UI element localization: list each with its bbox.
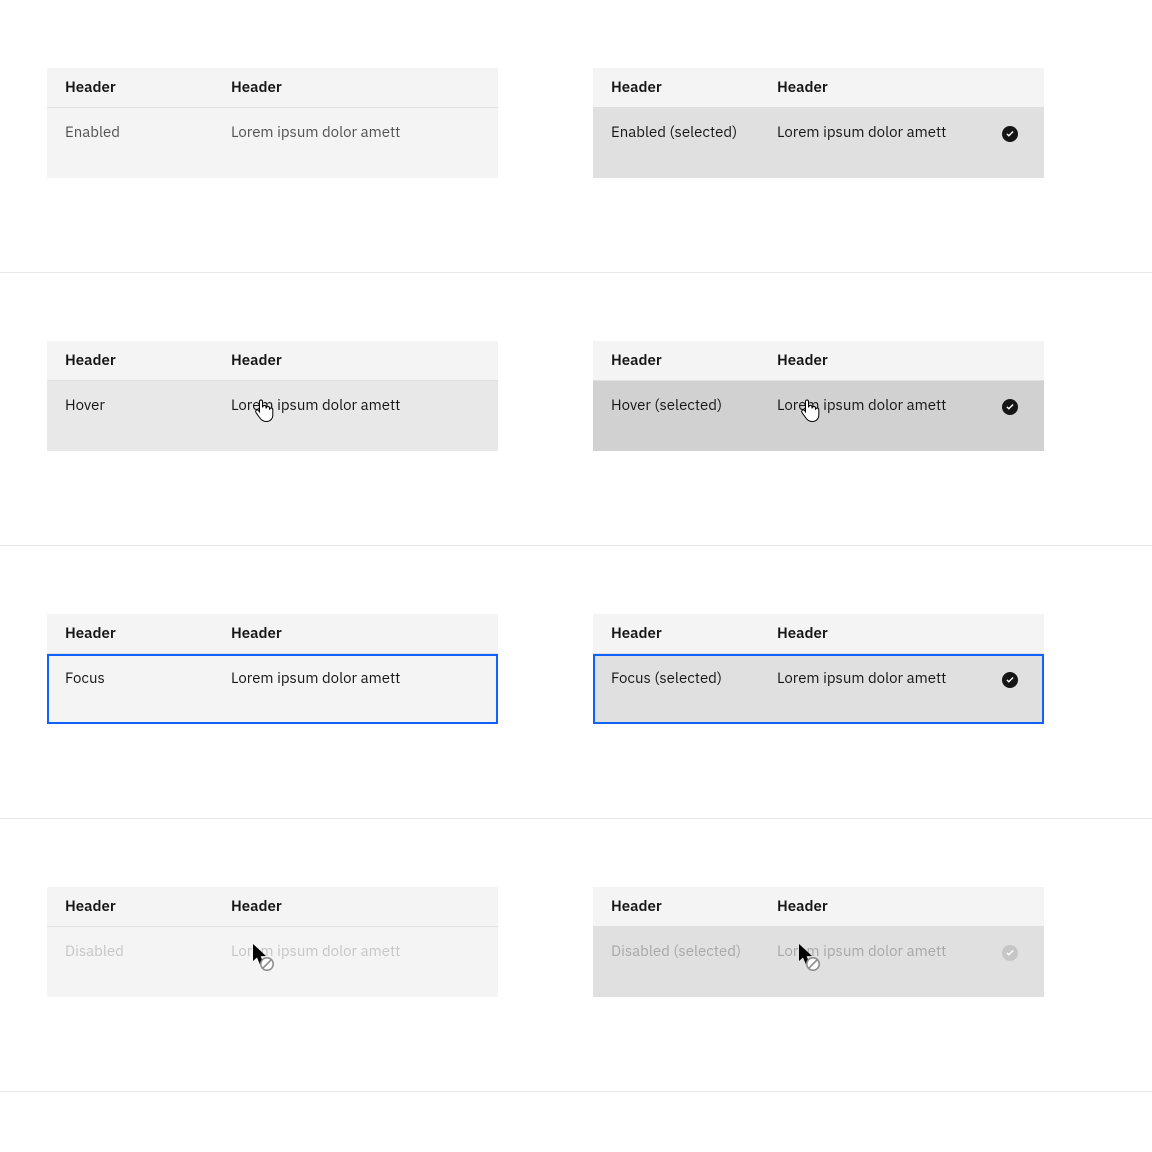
column-header: Header [593,79,777,97]
table-row-disabled-selected: Disabled (selected) Lorem ipsum dolor am… [593,927,1044,997]
table-row-enabled-selected[interactable]: Enabled (selected) Lorem ipsum dolor ame… [593,108,1044,178]
section-hover: Header Header Hover Lorem ipsum dolor am… [0,273,1152,546]
column-header: Header [777,625,1044,643]
table-header-row: Header Header [593,614,1044,654]
column-header: Header [777,352,1044,370]
column-header: Header [593,898,777,916]
table-focus-selected: Header Header Focus (selected) Lorem ips… [593,614,1044,724]
pointer-cursor-icon [253,398,275,424]
table-header-row: Header Header [47,341,498,381]
pointer-cursor-icon [799,398,821,424]
table-row-hover[interactable]: Hover Lorem ipsum dolor amett [47,381,498,451]
table-hover-selected: Header Header Hover (selected) Lorem ips… [593,341,1044,451]
table-header-row: Header Header [593,68,1044,108]
table-hover: Header Header Hover Lorem ipsum dolor am… [47,341,498,451]
checkmark-filled-icon [1002,672,1018,688]
cell-state-label: Disabled [47,943,231,962]
section-disabled: Header Header Disabled Lorem ipsum dolor… [0,819,1152,1092]
column-header: Header [593,352,777,370]
table-header-row: Header Header [47,68,498,108]
column-header: Header [47,625,231,643]
column-header: Header [777,79,1044,97]
table-row-focus-selected[interactable]: Focus (selected) Lorem ipsum dolor amett [593,654,1044,724]
table-row-hover-selected[interactable]: Hover (selected) Lorem ipsum dolor amett [593,381,1044,451]
table-focus: Header Header Focus Lorem ipsum dolor am… [47,614,498,724]
cell-state-label: Hover (selected) [593,397,777,416]
section-enabled: Header Header Enabled Lorem ipsum dolor … [0,0,1152,273]
table-header-row: Header Header [47,887,498,927]
column-header: Header [231,352,498,370]
table-header-row: Header Header [593,887,1044,927]
table-row-focus[interactable]: Focus Lorem ipsum dolor amett [47,654,498,724]
checkmark-filled-icon [1002,399,1018,415]
not-allowed-cursor-icon [797,944,823,972]
column-header: Header [593,625,777,643]
not-allowed-cursor-icon [251,944,277,972]
cell-content: Lorem ipsum dolor amett [231,670,498,689]
table-enabled: Header Header Enabled Lorem ipsum dolor … [47,68,498,178]
cell-state-label: Focus [47,670,231,689]
cell-state-label: Disabled (selected) [593,943,777,962]
section-focus: Header Header Focus Lorem ipsum dolor am… [0,546,1152,819]
table-row-disabled: Disabled Lorem ipsum dolor amett [47,927,498,997]
table-header-row: Header Header [593,341,1044,381]
column-header: Header [47,352,231,370]
table-disabled: Header Header Disabled Lorem ipsum dolor… [47,887,498,997]
checkmark-filled-icon [1002,126,1018,142]
cell-content: Lorem ipsum dolor amett [777,670,1002,689]
cell-content: Lorem ipsum dolor amett [231,124,498,143]
cell-state-label: Enabled (selected) [593,124,777,143]
table-row-enabled[interactable]: Enabled Lorem ipsum dolor amett [47,108,498,178]
column-header: Header [47,898,231,916]
column-header: Header [231,79,498,97]
cell-state-label: Enabled [47,124,231,143]
cell-content: Lorem ipsum dolor amett [777,124,1002,143]
column-header: Header [47,79,231,97]
column-header: Header [231,898,498,916]
cell-state-label: Hover [47,397,231,416]
column-header: Header [777,898,1044,916]
table-enabled-selected: Header Header Enabled (selected) Lorem i… [593,68,1044,178]
table-header-row: Header Header [47,614,498,654]
column-header: Header [231,625,498,643]
checkmark-filled-icon [1002,945,1018,961]
table-disabled-selected: Header Header Disabled (selected) Lorem … [593,887,1044,997]
cell-state-label: Focus (selected) [593,670,777,689]
